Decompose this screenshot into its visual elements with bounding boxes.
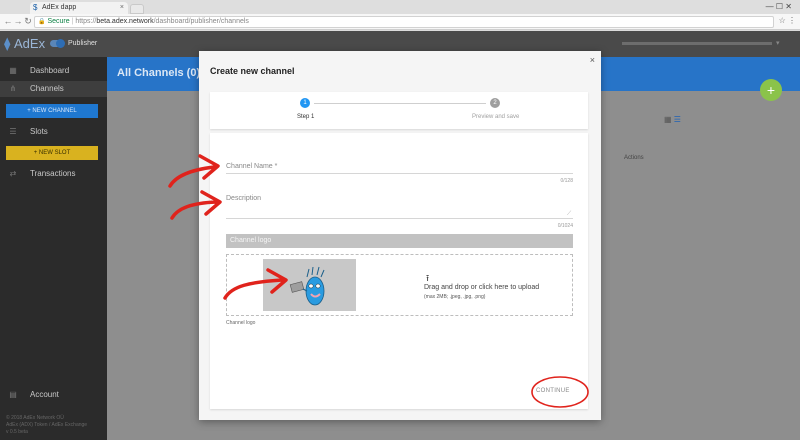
channel-name-counter: 0/128 xyxy=(560,178,573,184)
back-arrow-icon[interactable]: ← xyxy=(3,16,13,26)
description-underline xyxy=(226,218,573,219)
close-icon[interactable]: × xyxy=(590,55,595,65)
secure-label: Secure xyxy=(47,18,70,25)
reload-icon[interactable]: ↻ xyxy=(23,16,33,27)
description-field[interactable]: Description xyxy=(226,195,261,202)
chevron-down-icon[interactable]: ▾ xyxy=(776,39,780,47)
url-scheme: https:// xyxy=(75,18,97,25)
logo-upload-dropzone[interactable]: ⭱ Drag and drop or click here to upload … xyxy=(226,254,573,316)
mode-toggle[interactable] xyxy=(50,39,65,48)
sidebar-item-transactions[interactable]: ⇄ Transactions xyxy=(0,166,107,182)
account-address-placeholder[interactable] xyxy=(622,42,772,45)
new-slot-button[interactable]: + NEW SLOT xyxy=(6,146,98,160)
adex-favicon-icon: $ xyxy=(33,3,38,12)
sidebar-item-label: Account xyxy=(30,390,59,399)
step-2-indicator[interactable]: 2 xyxy=(490,98,500,108)
footer-line: © 2018 AdEx Network OÜ xyxy=(6,415,64,421)
url-input[interactable]: 🔒 Secure | https://beta.adex.network/das… xyxy=(34,16,774,28)
footer-line: AdEx (ADX) Token / AdEx Exchange xyxy=(6,422,88,428)
sidebar-item-slots[interactable]: ☰ Slots xyxy=(0,124,107,140)
sidebar-item-label: Transactions xyxy=(30,169,76,178)
browser-tab[interactable]: $ AdEx dapp × xyxy=(30,2,128,14)
continue-button[interactable]: CONTINUE xyxy=(536,388,570,394)
stepper: 1 2 Step 1 Preview and save xyxy=(210,92,588,129)
list-view-icon[interactable]: ☰ xyxy=(674,115,681,124)
lock-icon: 🔒 xyxy=(38,19,46,25)
description-counter: 0/1024 xyxy=(557,223,573,229)
dialog-title: Create new channel xyxy=(210,66,295,76)
channel-logo-header: Channel logo xyxy=(226,234,573,248)
step-2-label: Preview and save xyxy=(472,114,520,120)
sidebar-item-dashboard[interactable]: ▦ Dashboard xyxy=(0,63,107,79)
new-channel-button[interactable]: + NEW CHANNEL xyxy=(6,104,98,118)
transactions-icon: ⇄ xyxy=(9,169,17,178)
step-1-indicator[interactable]: 1 xyxy=(300,98,310,108)
dashboard-icon: ▦ xyxy=(9,66,17,75)
window-controls-icon[interactable]: — ☐ ✕ xyxy=(766,2,792,11)
star-icon[interactable]: ☆ ⋮ xyxy=(779,16,796,25)
channels-icon: ⋔ xyxy=(9,84,17,93)
mode-label: Publisher xyxy=(68,40,98,47)
logo-preview-image xyxy=(263,259,356,311)
adex-logo[interactable]: ⧫ AdEx xyxy=(4,36,45,52)
adex-logo-icon: ⧫ xyxy=(4,36,11,51)
url-path: /dashboard/publisher/channels xyxy=(153,18,249,25)
sidebar-footer: © 2018 AdEx Network OÜ AdEx (ADX) Token … xyxy=(6,415,87,436)
upload-instructions: Drag and drop or click here to upload xyxy=(424,284,540,291)
logo-text: AdEx xyxy=(14,36,46,51)
sidebar-item-label: Slots xyxy=(30,127,48,136)
logo-caption: Channel logo xyxy=(226,320,256,326)
grid-view-icon[interactable]: ▦ ☰ xyxy=(664,115,681,124)
sidebar-item-channels[interactable]: ⋔ Channels xyxy=(0,81,107,97)
step-1-label: Step 1 xyxy=(297,114,315,120)
textarea-resize-icon[interactable]: ⟋ xyxy=(567,211,571,218)
browser-tabbar: $ AdEx dapp × — ☐ ✕ xyxy=(0,0,800,14)
create-channel-dialog: Create new channel × 1 2 Step 1 Preview … xyxy=(199,51,601,420)
channel-name-field[interactable]: Channel Name * xyxy=(226,163,277,170)
mascot-illustration xyxy=(289,266,325,306)
address-bar: ← → ↻ 🔒 Secure | https://beta.adex.netwo… xyxy=(0,14,800,30)
upload-size-hint: (max 2MB; .jpeg, .jpg, .png) xyxy=(424,294,486,300)
step-connector xyxy=(314,103,486,104)
slots-icon: ☰ xyxy=(9,127,17,136)
footer-line: v 0.5 beta xyxy=(6,429,28,435)
url-host: beta.adex.network xyxy=(96,18,154,25)
sidebar-item-label: Dashboard xyxy=(30,66,70,75)
actions-column-header: Actions xyxy=(624,155,644,161)
add-channel-fab[interactable]: + xyxy=(760,79,782,101)
tab-title: AdEx dapp xyxy=(42,4,77,11)
sidebar: ▦ Dashboard ⋔ Channels + NEW CHANNEL ☰ S… xyxy=(0,57,107,440)
account-icon: ▤ xyxy=(9,390,17,399)
channel-form: Channel Name * 0/128 Description ⟋ 0/102… xyxy=(210,133,588,409)
forward-arrow-icon[interactable]: → xyxy=(13,16,23,26)
channel-name-underline xyxy=(226,173,573,174)
sidebar-item-account[interactable]: ▤ Account xyxy=(0,387,107,403)
sidebar-item-label: Channels xyxy=(30,84,64,93)
tab-close-icon[interactable]: × xyxy=(120,2,124,14)
new-tab-button[interactable] xyxy=(130,4,144,14)
page-title: All Channels (0) xyxy=(117,67,201,79)
